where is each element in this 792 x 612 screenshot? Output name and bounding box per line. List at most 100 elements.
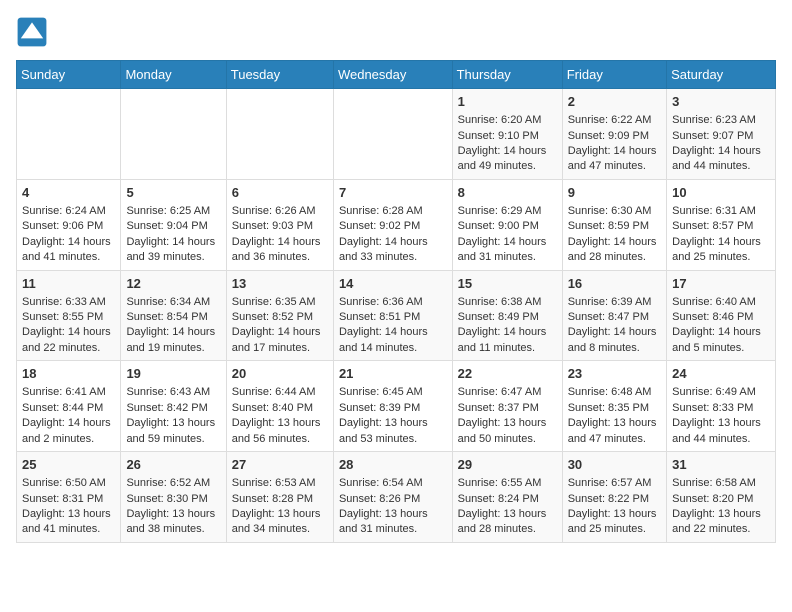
day-info: Daylight: 14 hours and 33 minutes. [339,235,447,266]
day-info: Sunset: 8:33 PM [672,401,770,416]
calendar-cell: 14Sunrise: 6:36 AMSunset: 8:51 PMDayligh… [333,270,452,361]
day-info: Sunset: 8:52 PM [232,310,328,325]
day-info: Sunset: 8:35 PM [568,401,661,416]
day-number: 9 [568,184,661,202]
day-info: Daylight: 14 hours and 5 minutes. [672,325,770,356]
day-info: Daylight: 14 hours and 8 minutes. [568,325,661,356]
day-info: Sunrise: 6:40 AM [672,295,770,310]
day-info: Sunset: 8:51 PM [339,310,447,325]
day-info: Sunrise: 6:22 AM [568,113,661,128]
day-info: Sunrise: 6:30 AM [568,204,661,219]
day-info: Daylight: 13 hours and 28 minutes. [458,507,557,538]
day-info: Sunrise: 6:31 AM [672,204,770,219]
day-number: 4 [22,184,115,202]
day-info: Sunset: 8:30 PM [126,492,220,507]
day-info: Sunrise: 6:29 AM [458,204,557,219]
day-info: Sunrise: 6:52 AM [126,476,220,491]
calendar-week-row: 1Sunrise: 6:20 AMSunset: 9:10 PMDaylight… [17,89,776,180]
day-number: 18 [22,365,115,383]
calendar-cell: 21Sunrise: 6:45 AMSunset: 8:39 PMDayligh… [333,361,452,452]
day-info: Daylight: 13 hours and 34 minutes. [232,507,328,538]
calendar-table: SundayMondayTuesdayWednesdayThursdayFrid… [16,60,776,543]
day-number: 20 [232,365,328,383]
day-info: Sunset: 9:03 PM [232,219,328,234]
day-info: Daylight: 14 hours and 39 minutes. [126,235,220,266]
day-header-wednesday: Wednesday [333,61,452,89]
calendar-cell: 15Sunrise: 6:38 AMSunset: 8:49 PMDayligh… [452,270,562,361]
calendar-cell: 30Sunrise: 6:57 AMSunset: 8:22 PMDayligh… [562,452,666,543]
day-info: Sunrise: 6:38 AM [458,295,557,310]
calendar-cell [333,89,452,180]
day-info: Daylight: 13 hours and 50 minutes. [458,416,557,447]
day-info: Sunrise: 6:45 AM [339,385,447,400]
day-info: Sunrise: 6:34 AM [126,295,220,310]
day-info: Daylight: 13 hours and 53 minutes. [339,416,447,447]
calendar-week-row: 11Sunrise: 6:33 AMSunset: 8:55 PMDayligh… [17,270,776,361]
day-info: Sunrise: 6:35 AM [232,295,328,310]
calendar-cell [226,89,333,180]
day-info: Daylight: 13 hours and 38 minutes. [126,507,220,538]
day-number: 13 [232,275,328,293]
day-number: 26 [126,456,220,474]
day-info: Daylight: 13 hours and 41 minutes. [22,507,115,538]
calendar-cell: 24Sunrise: 6:49 AMSunset: 8:33 PMDayligh… [667,361,776,452]
calendar-week-row: 25Sunrise: 6:50 AMSunset: 8:31 PMDayligh… [17,452,776,543]
calendar-cell: 1Sunrise: 6:20 AMSunset: 9:10 PMDaylight… [452,89,562,180]
day-info: Daylight: 14 hours and 31 minutes. [458,235,557,266]
day-info: Sunset: 9:06 PM [22,219,115,234]
day-info: Sunset: 9:04 PM [126,219,220,234]
day-info: Sunset: 8:59 PM [568,219,661,234]
day-number: 14 [339,275,447,293]
day-info: Daylight: 13 hours and 44 minutes. [672,416,770,447]
calendar-cell: 6Sunrise: 6:26 AMSunset: 9:03 PMDaylight… [226,179,333,270]
day-info: Sunrise: 6:41 AM [22,385,115,400]
day-number: 11 [22,275,115,293]
day-info: Sunrise: 6:25 AM [126,204,220,219]
day-info: Daylight: 14 hours and 28 minutes. [568,235,661,266]
day-number: 31 [672,456,770,474]
day-info: Sunrise: 6:53 AM [232,476,328,491]
day-header-friday: Friday [562,61,666,89]
calendar-cell: 31Sunrise: 6:58 AMSunset: 8:20 PMDayligh… [667,452,776,543]
calendar-week-row: 18Sunrise: 6:41 AMSunset: 8:44 PMDayligh… [17,361,776,452]
day-info: Sunrise: 6:28 AM [339,204,447,219]
day-number: 15 [458,275,557,293]
calendar-cell: 17Sunrise: 6:40 AMSunset: 8:46 PMDayligh… [667,270,776,361]
day-number: 2 [568,93,661,111]
day-info: Sunset: 8:46 PM [672,310,770,325]
day-info: Daylight: 13 hours and 25 minutes. [568,507,661,538]
calendar-cell: 5 Sunrise: 6:25 AMSunset: 9:04 PMDaylight… [121,179,226,270]
logo-icon [16,16,48,48]
day-info: Sunset: 8:31 PM [22,492,115,507]
day-number: 30 [568,456,661,474]
page-header [16,16,776,48]
day-info: Sunrise: 6:24 AM [22,204,115,219]
day-number: 19 [126,365,220,383]
day-info: Sunset: 9:09 PM [568,129,661,144]
day-info: Daylight: 14 hours and 49 minutes. [458,144,557,175]
day-info: Daylight: 13 hours and 22 minutes. [672,507,770,538]
day-info: Daylight: 14 hours and 22 minutes. [22,325,115,356]
calendar-cell: 29Sunrise: 6:55 AMSunset: 8:24 PMDayligh… [452,452,562,543]
day-info: Sunrise: 6:48 AM [568,385,661,400]
day-info: Sunset: 8:26 PM [339,492,447,507]
calendar-cell [121,89,226,180]
calendar-cell: 20Sunrise: 6:44 AMSunset: 8:40 PMDayligh… [226,361,333,452]
day-info: Sunrise: 6:58 AM [672,476,770,491]
day-header-tuesday: Tuesday [226,61,333,89]
day-info: Sunset: 9:07 PM [672,129,770,144]
day-header-sunday: Sunday [17,61,121,89]
day-info: Sunrise: 6:50 AM [22,476,115,491]
day-number: 3 [672,93,770,111]
calendar-cell: 8Sunrise: 6:29 AMSunset: 9:00 PMDaylight… [452,179,562,270]
day-number: 21 [339,365,447,383]
calendar-cell: 19Sunrise: 6:43 AMSunset: 8:42 PMDayligh… [121,361,226,452]
day-number: 5 [126,184,220,202]
calendar-cell: 22Sunrise: 6:47 AMSunset: 8:37 PMDayligh… [452,361,562,452]
day-header-thursday: Thursday [452,61,562,89]
day-number: 6 [232,184,328,202]
day-info: Sunset: 8:28 PM [232,492,328,507]
day-info: Sunrise: 6:43 AM [126,385,220,400]
day-info: Sunrise: 6:20 AM [458,113,557,128]
day-number: 27 [232,456,328,474]
